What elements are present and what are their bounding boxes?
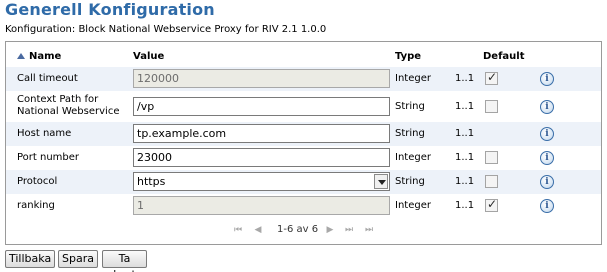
default-checkbox[interactable] — [485, 175, 498, 188]
row-multiplicity: 1..1 — [455, 176, 475, 187]
row-multiplicity: 1..1 — [455, 152, 475, 163]
configuration-subtitle: Konfiguration: Block National Webservice… — [5, 24, 327, 35]
column-header-value: Value — [133, 51, 165, 62]
table-row: Context Path for National Webservice /vp… — [6, 91, 601, 122]
column-header-default: Default — [483, 51, 525, 62]
row-type: Integer — [395, 152, 431, 163]
table-row: Protocol https String 1..1 i — [6, 170, 601, 194]
info-icon[interactable]: i — [540, 151, 554, 165]
table-row: Port number 23000 Integer 1..1 i — [6, 146, 601, 170]
row-name: Protocol — [17, 176, 58, 187]
value-field[interactable]: 120000 — [133, 69, 390, 88]
value-field[interactable]: tp.example.com — [133, 124, 390, 143]
default-checkbox[interactable] — [485, 100, 498, 113]
row-name: Call timeout — [17, 73, 78, 84]
default-checkbox[interactable] — [485, 70, 498, 85]
delete-button[interactable]: Ta bort — [102, 250, 147, 272]
row-type: String — [395, 128, 425, 139]
last-page-icon[interactable]: ⏭ — [363, 224, 375, 236]
table-row: Host name tp.example.com String 1..1 i — [6, 122, 601, 146]
configuration-table: Name Value Type Default Call timeout 120… — [5, 41, 602, 245]
row-multiplicity: 1..1 — [455, 200, 475, 211]
row-name: Host name — [17, 128, 72, 139]
info-icon[interactable]: i — [540, 100, 554, 114]
prev-page-icon[interactable]: ◀ — [252, 224, 264, 236]
default-checkbox[interactable] — [485, 151, 498, 164]
value-field[interactable]: 1 — [133, 196, 390, 215]
row-multiplicity: 1..1 — [455, 101, 475, 112]
row-multiplicity: 1..1 — [455, 128, 475, 139]
pager-info: 1-6 av 6 — [277, 224, 319, 235]
column-header-name[interactable]: Name — [17, 51, 61, 62]
sort-ascending-icon — [17, 53, 25, 59]
value-field[interactable]: 23000 — [133, 148, 390, 167]
back-button[interactable]: Tillbaka — [5, 250, 55, 268]
column-header-type: Type — [395, 51, 422, 62]
row-name: Port number — [17, 152, 80, 163]
table-row: ranking 1 Integer 1..1 i — [6, 194, 601, 218]
page-title: Generell Konfiguration — [5, 0, 215, 19]
row-type: Integer — [395, 200, 431, 211]
info-icon[interactable]: i — [540, 127, 554, 141]
row-name: ranking — [17, 200, 55, 211]
value-field[interactable]: /vp — [133, 97, 390, 116]
table-row: Call timeout 120000 Integer 1..1 i — [6, 67, 601, 91]
table-header: Name Value Type Default — [6, 42, 601, 67]
info-icon[interactable]: i — [540, 72, 554, 86]
save-button[interactable]: Spara — [58, 250, 98, 268]
protocol-select-value: https — [137, 175, 166, 188]
row-type: Integer — [395, 73, 431, 84]
protocol-select[interactable]: https — [133, 172, 390, 191]
pager: ⏮ ◀ 1-6 av 6 ▶ ⏭ ⏭ — [6, 223, 601, 239]
row-type: String — [395, 101, 425, 112]
row-type: String — [395, 176, 425, 187]
row-name: Context Path for National Webservice — [17, 94, 120, 117]
next-block-icon[interactable]: ⏭ — [343, 224, 355, 236]
chevron-down-icon[interactable] — [374, 174, 388, 189]
next-page-icon[interactable]: ▶ — [324, 224, 336, 236]
first-page-icon[interactable]: ⏮ — [232, 224, 244, 236]
default-checkbox[interactable] — [485, 197, 498, 212]
info-icon[interactable]: i — [540, 199, 554, 213]
row-multiplicity: 1..1 — [455, 73, 475, 84]
info-icon[interactable]: i — [540, 175, 554, 189]
